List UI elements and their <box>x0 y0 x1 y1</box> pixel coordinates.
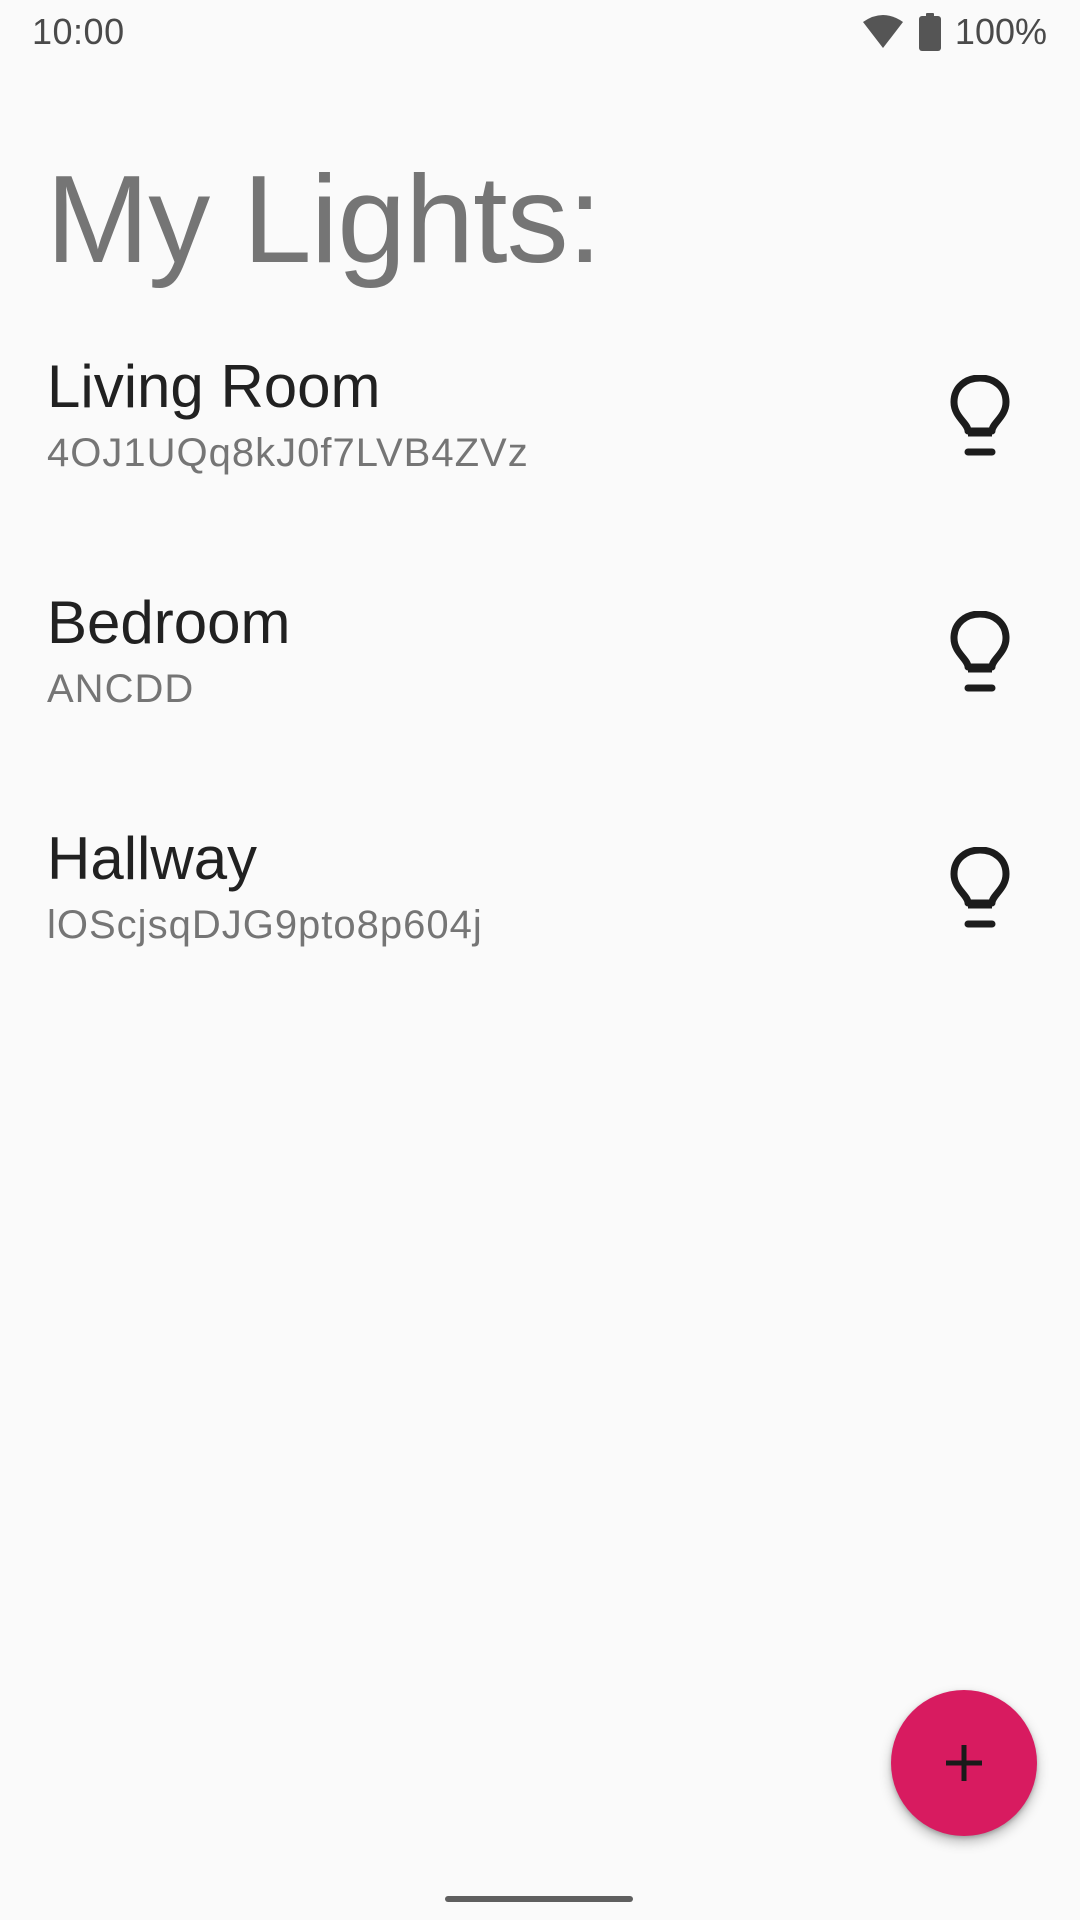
light-name: Bedroom <box>47 589 291 656</box>
toggle-light-button[interactable] <box>930 603 1030 703</box>
battery-percentage: 100% <box>954 11 1047 52</box>
status-bar: 10:00 100% <box>0 0 1080 64</box>
lightbulb-icon <box>948 847 1012 931</box>
list-item-bedroom[interactable]: Bedroom ANCDD <box>0 588 1080 824</box>
list-item-living-room[interactable]: Living Room 4OJ1UQq8kJ0f7LVB4ZVz <box>0 352 1080 588</box>
plus-icon <box>944 1743 984 1783</box>
light-id: lOScjsqDJG9pto8p604j <box>47 903 483 947</box>
light-id: 4OJ1UQq8kJ0f7LVB4ZVz <box>47 431 529 475</box>
list-item-hallway[interactable]: Hallway lOScjsqDJG9pto8p604j <box>0 824 1080 1060</box>
toggle-light-button[interactable] <box>930 367 1030 467</box>
gesture-nav-handle[interactable] <box>445 1896 633 1902</box>
light-name: Living Room <box>47 353 381 420</box>
add-light-button[interactable] <box>891 1690 1037 1836</box>
battery-icon <box>918 13 941 51</box>
page-title: My Lights: <box>46 151 602 289</box>
toggle-light-button[interactable] <box>930 839 1030 939</box>
status-icons: 100% <box>861 12 1047 52</box>
wifi-icon <box>861 14 905 50</box>
light-name: Hallway <box>47 825 258 892</box>
lightbulb-icon <box>948 611 1012 695</box>
lightbulb-icon <box>948 375 1012 459</box>
lights-list: Living Room 4OJ1UQq8kJ0f7LVB4ZVz Bedroom… <box>0 352 1080 1060</box>
status-time: 10:00 <box>32 11 125 52</box>
light-id: ANCDD <box>47 667 195 711</box>
